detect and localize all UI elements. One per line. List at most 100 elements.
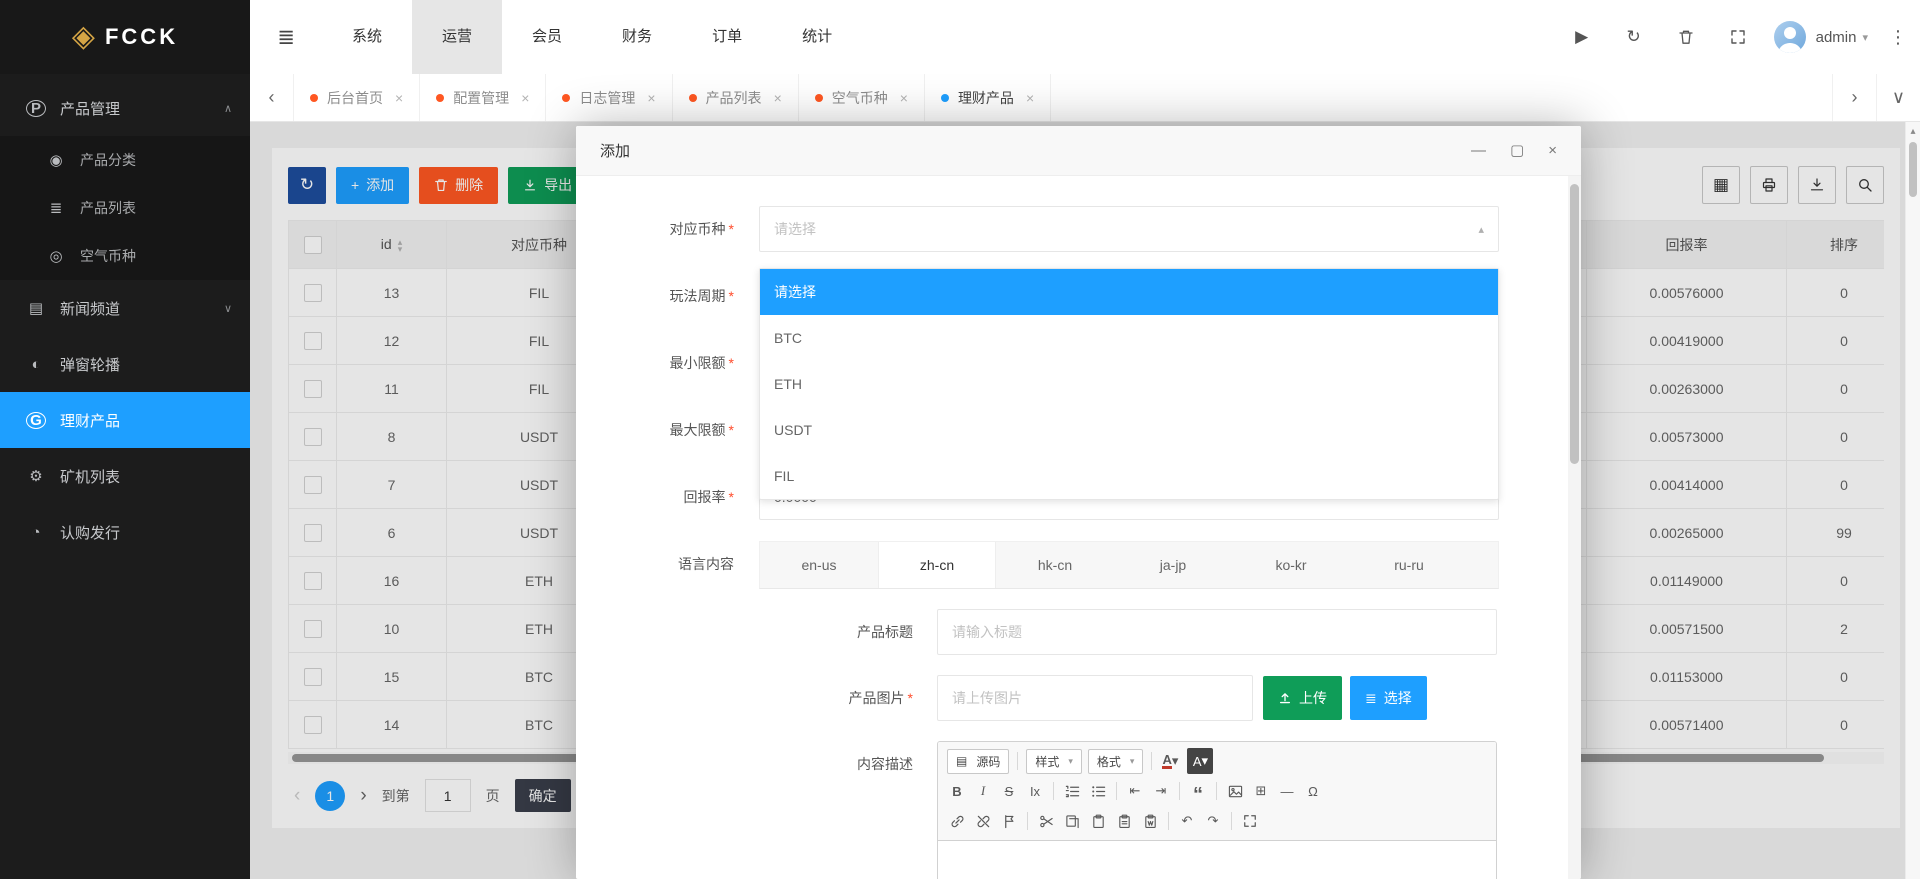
current-page[interactable]: 1 bbox=[315, 781, 345, 811]
sidebar-item-miner-list[interactable]: ⚙ 矿机列表 bbox=[0, 448, 250, 504]
trash-icon[interactable] bbox=[1660, 29, 1712, 45]
nav-item-order[interactable]: 订单 bbox=[682, 0, 772, 74]
tab-close-icon[interactable]: × bbox=[647, 90, 655, 106]
close-icon[interactable]: × bbox=[1548, 143, 1557, 158]
dialog-scrollbar-thumb[interactable] bbox=[1570, 184, 1579, 464]
row-checkbox[interactable] bbox=[304, 572, 322, 590]
dropdown-option[interactable]: FIL bbox=[760, 453, 1498, 499]
lang-tab-hk-cn[interactable]: hk-cn bbox=[996, 542, 1114, 588]
indent-icon[interactable]: ⇥ bbox=[1148, 778, 1174, 804]
vertical-scrollbar-thumb[interactable] bbox=[1909, 142, 1917, 197]
nav-item-system[interactable]: 系统 bbox=[322, 0, 412, 74]
format-combo[interactable]: 格式▾ bbox=[1088, 749, 1144, 774]
scroll-up-icon[interactable]: ▴ bbox=[1906, 122, 1920, 137]
image-icon[interactable] bbox=[1222, 778, 1248, 804]
goto-confirm-button[interactable]: 确定 bbox=[515, 779, 571, 812]
tab-close-icon[interactable]: × bbox=[521, 90, 529, 106]
row-checkbox[interactable] bbox=[304, 620, 322, 638]
dropdown-option[interactable]: 请选择 bbox=[760, 269, 1498, 315]
dialog-scrollbar[interactable] bbox=[1568, 176, 1581, 879]
column-return-rate[interactable]: 回报率 bbox=[1587, 221, 1787, 269]
remove-format-button[interactable]: Ix bbox=[1022, 778, 1048, 804]
unlink-icon[interactable] bbox=[970, 808, 996, 834]
row-checkbox[interactable] bbox=[304, 380, 322, 398]
tab-air-coin[interactable]: 空气币种 × bbox=[799, 74, 925, 121]
special-char-icon[interactable]: Ω bbox=[1300, 778, 1326, 804]
row-checkbox[interactable] bbox=[304, 332, 322, 350]
delete-button[interactable]: 删除 bbox=[419, 167, 498, 204]
lang-tab-ko-kr[interactable]: ko-kr bbox=[1232, 542, 1350, 588]
sidebar-item-finance-product[interactable]: G 理财产品 bbox=[0, 392, 250, 448]
select-all-checkbox[interactable] bbox=[304, 236, 322, 254]
username[interactable]: admin bbox=[1806, 29, 1863, 46]
column-id[interactable]: id▴▾ bbox=[337, 221, 447, 269]
lang-tab-zh-cn[interactable]: zh-cn bbox=[878, 542, 996, 588]
paste-text-icon[interactable] bbox=[1111, 808, 1137, 834]
minimize-icon[interactable]: — bbox=[1471, 143, 1486, 158]
product-title-input[interactable] bbox=[937, 609, 1497, 655]
tab-close-icon[interactable]: × bbox=[774, 90, 782, 106]
sidebar-item-product-management[interactable]: P 产品管理 ∧ bbox=[0, 80, 250, 136]
link-icon[interactable] bbox=[944, 808, 970, 834]
dropdown-option[interactable]: USDT bbox=[760, 407, 1498, 453]
next-page-icon[interactable]: › bbox=[360, 785, 366, 807]
bold-button[interactable]: B bbox=[944, 778, 970, 804]
anchor-flag-icon[interactable] bbox=[996, 808, 1022, 834]
play-icon[interactable]: ▶ bbox=[1556, 27, 1608, 47]
text-color-button[interactable]: A▾ bbox=[1157, 748, 1183, 774]
add-button[interactable]: + 添加 bbox=[336, 167, 409, 204]
redo-icon[interactable]: ↷ bbox=[1200, 808, 1226, 834]
row-checkbox[interactable] bbox=[304, 716, 322, 734]
lang-tab-ja-jp[interactable]: ja-jp bbox=[1114, 542, 1232, 588]
choose-button[interactable]: ≣ 选择 bbox=[1350, 676, 1427, 720]
tab-close-icon[interactable]: × bbox=[1026, 90, 1034, 106]
tab-product-list[interactable]: 产品列表 × bbox=[673, 74, 799, 121]
unordered-list-icon[interactable] bbox=[1085, 778, 1111, 804]
row-checkbox[interactable] bbox=[304, 668, 322, 686]
paste-word-icon[interactable] bbox=[1137, 808, 1163, 834]
nav-item-operation[interactable]: 运营 bbox=[412, 0, 502, 74]
refresh-table-button[interactable]: ↻ bbox=[288, 167, 326, 204]
product-image-input[interactable] bbox=[937, 675, 1253, 721]
paste-icon[interactable] bbox=[1085, 808, 1111, 834]
table-icon[interactable]: ⊞ bbox=[1248, 778, 1274, 804]
outdent-icon[interactable]: ⇤ bbox=[1122, 778, 1148, 804]
editor-fullscreen-icon[interactable] bbox=[1237, 808, 1263, 834]
refresh-icon[interactable]: ↻ bbox=[1608, 27, 1660, 47]
sidebar-item-air-coin[interactable]: ◎ 空气币种 bbox=[0, 232, 250, 280]
sidebar-item-popup-carousel[interactable]: ◐ 弹窗轮播 bbox=[0, 336, 250, 392]
row-checkbox[interactable] bbox=[304, 284, 322, 302]
vertical-scrollbar[interactable]: ▴ bbox=[1905, 122, 1920, 879]
search-icon[interactable] bbox=[1846, 166, 1884, 204]
print-icon[interactable] bbox=[1750, 166, 1788, 204]
dialog-titlebar[interactable]: 添加 — ▢ × bbox=[576, 126, 1581, 176]
upload-button[interactable]: 上传 bbox=[1263, 676, 1342, 720]
style-combo[interactable]: 样式▾ bbox=[1026, 749, 1082, 774]
more-menu-icon[interactable]: ⋮ bbox=[1876, 27, 1920, 48]
tab-close-icon[interactable]: × bbox=[395, 90, 403, 106]
row-checkbox[interactable] bbox=[304, 476, 322, 494]
cut-icon[interactable] bbox=[1033, 808, 1059, 834]
sort-icons[interactable]: ▴▾ bbox=[398, 239, 403, 253]
editor-content[interactable] bbox=[938, 841, 1496, 879]
sidebar-item-product-category[interactable]: ◉ 产品分类 bbox=[0, 136, 250, 184]
maximize-icon[interactable]: ▢ bbox=[1510, 143, 1524, 158]
collapse-sidebar-icon[interactable]: ≣ bbox=[250, 25, 322, 50]
strikethrough-button[interactable]: S bbox=[996, 778, 1022, 804]
sidebar-item-product-list[interactable]: ≣ 产品列表 bbox=[0, 184, 250, 232]
tabs-scroll-left[interactable]: ‹ bbox=[250, 74, 294, 121]
row-checkbox[interactable] bbox=[304, 524, 322, 542]
currency-select[interactable]: 请选择 ▴ bbox=[759, 206, 1499, 252]
tab-logs[interactable]: 日志管理 × bbox=[546, 74, 672, 121]
filter-columns-icon[interactable]: ▦ bbox=[1702, 166, 1740, 204]
download-icon[interactable] bbox=[1798, 166, 1836, 204]
lang-tab-ru-ru[interactable]: ru-ru bbox=[1350, 542, 1468, 588]
undo-icon[interactable]: ↶ bbox=[1174, 808, 1200, 834]
user-caret-down-icon[interactable]: ▾ bbox=[1862, 31, 1868, 44]
avatar[interactable] bbox=[1774, 21, 1806, 53]
source-button[interactable]: ▤源码 bbox=[947, 749, 1009, 774]
sidebar-item-news-channel[interactable]: ▤ 新闻频道 ∨ bbox=[0, 280, 250, 336]
tabs-menu-icon[interactable]: ∨ bbox=[1876, 74, 1920, 121]
ordered-list-icon[interactable] bbox=[1059, 778, 1085, 804]
nav-item-member[interactable]: 会员 bbox=[502, 0, 592, 74]
